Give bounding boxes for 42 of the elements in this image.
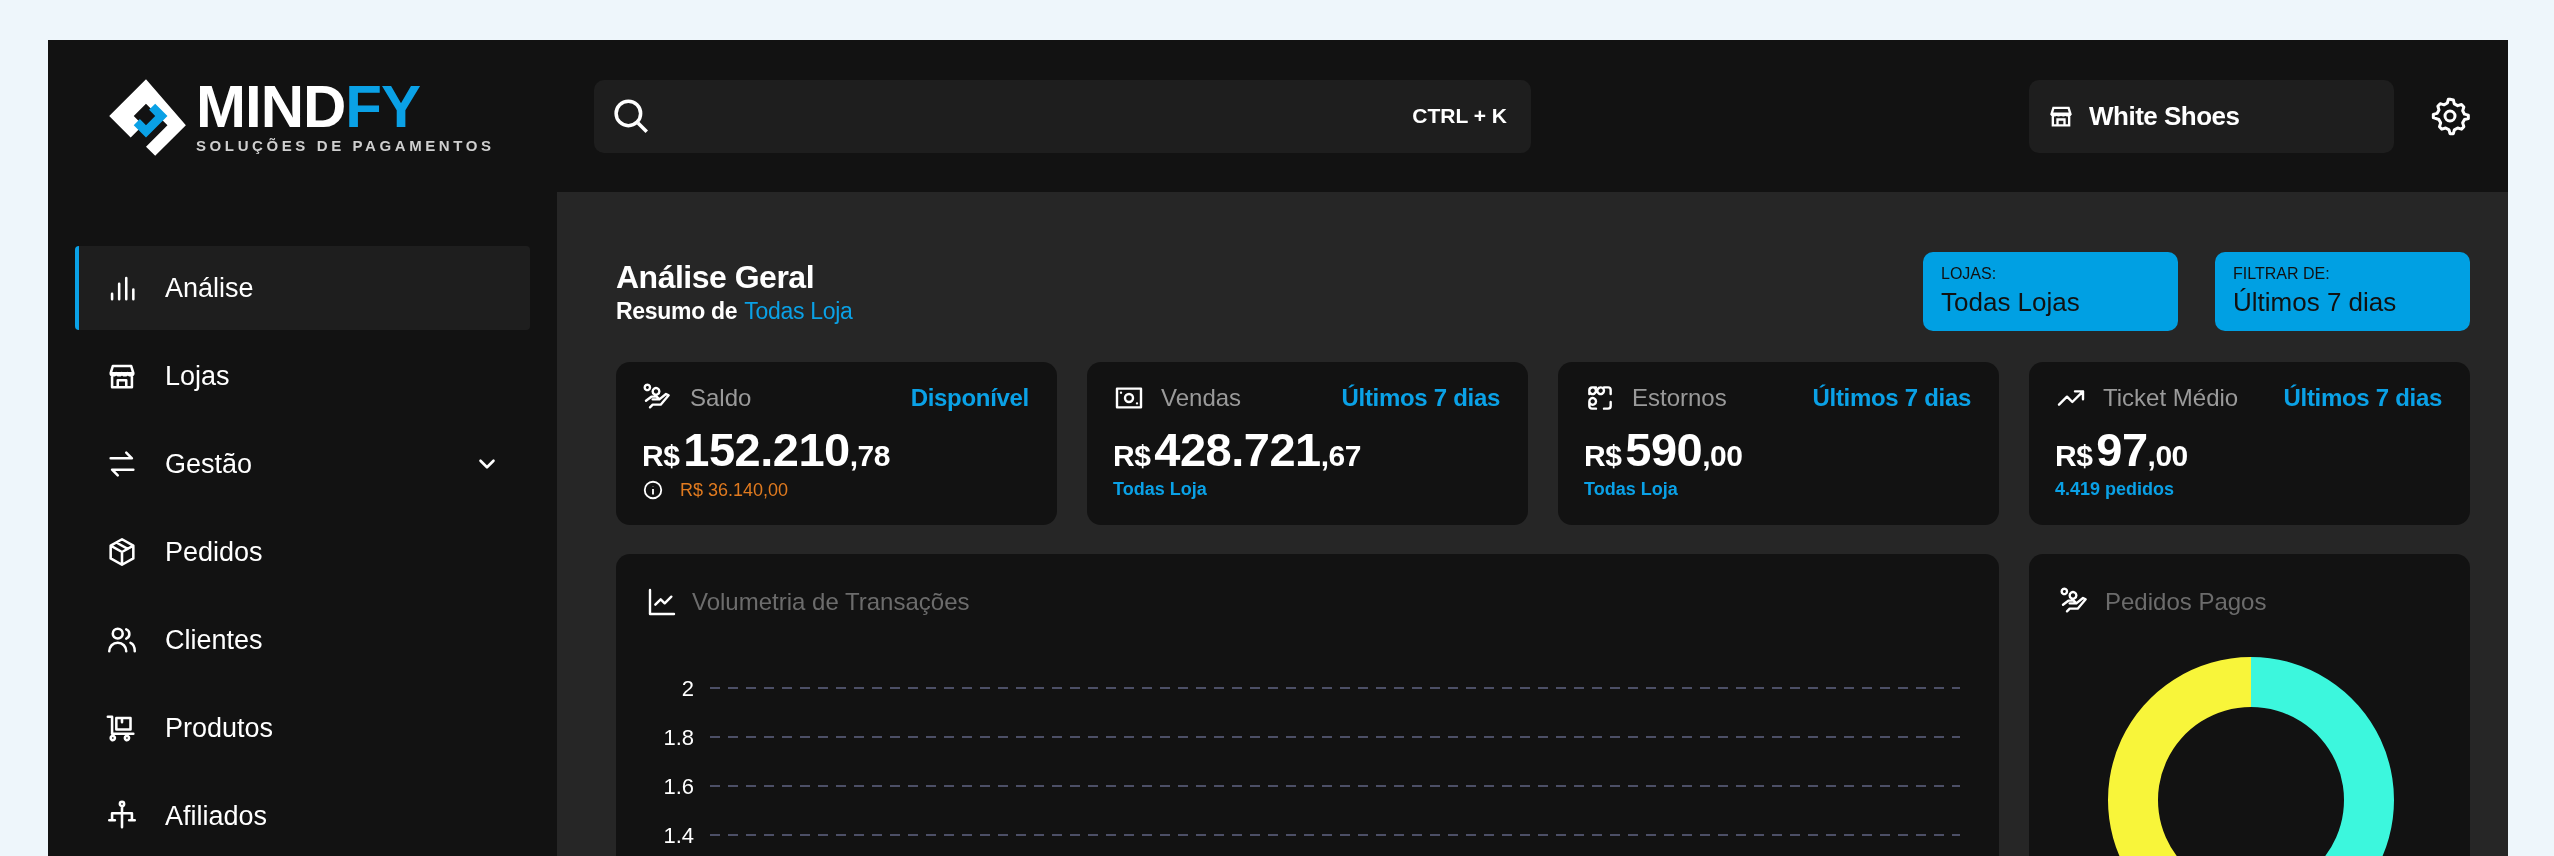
filter-dropdown[interactable]: FILTRAR DE: Últimos 7 dias (2215, 252, 2470, 331)
page-title: Análise Geral (616, 258, 816, 296)
shortcut-hint: CTRL + K (1412, 104, 1507, 128)
y-tick-label: 1.6 (663, 774, 694, 799)
filter-dropdown[interactable]: LOJAS: Todas Lojas (1923, 252, 2178, 331)
line-chart-icon (646, 586, 678, 618)
stat-title: Ticket Médio (2103, 384, 2239, 412)
sidebar-item[interactable]: Lojas (75, 334, 530, 418)
chart-title: Volumetria de Transações (692, 588, 970, 616)
logo-wordmark: MINDFY (196, 78, 421, 135)
settings-icon[interactable] (2430, 96, 2470, 136)
y-tick-label: 1.4 (663, 823, 694, 848)
stat-note: Todas Loja (1113, 479, 1207, 500)
stat-value: R$428.721,67 (1113, 422, 1362, 477)
y-tick-label: 2 (681, 676, 694, 701)
stat-value: R$97,00 (2055, 422, 2189, 477)
stat-value: R$152.210,78 (642, 422, 891, 477)
search-field[interactable]: CTRL + K (594, 79, 1531, 153)
sidebar-item[interactable]: Produtos (75, 686, 530, 770)
subtitle-store: Todas Loja (744, 297, 853, 325)
sidebar-item[interactable]: Afiliados (75, 774, 530, 856)
stat-title: Saldo (690, 384, 752, 412)
sidebar-item[interactable]: Clientes (75, 598, 530, 682)
stat-period: Disponível (910, 384, 1029, 412)
logo-tagline: SOLUÇÕES DE PAGAMENTOS (196, 136, 495, 154)
info-icon (642, 479, 664, 501)
subtitle-label: Resumo de (616, 297, 738, 325)
stat-note: R$ 36.140,00 (680, 479, 789, 501)
stat-period: Últimos 7 dias (1812, 384, 1971, 412)
store-selector[interactable]: White Shoes (2029, 79, 2394, 153)
y-tick-label: 1.8 (663, 725, 694, 750)
sidebar-item[interactable]: Gestão (75, 422, 530, 506)
sidebar-item[interactable]: Pedidos (75, 510, 530, 594)
stat-note: 4.419 pedidos (2055, 479, 2175, 500)
stat-title: Vendas (1161, 384, 1242, 412)
sidebar-item[interactable]: Análise (75, 246, 530, 330)
stat-note: Todas Loja (1584, 479, 1678, 500)
stat-period: Últimos 7 dias (2283, 384, 2442, 412)
stat-period: Últimos 7 dias (1341, 384, 1500, 412)
stat-title: Estornos (1632, 384, 1727, 412)
stat-value: R$590,00 (1584, 422, 1744, 477)
donut-title: Pedidos Pagos (2105, 588, 2267, 616)
